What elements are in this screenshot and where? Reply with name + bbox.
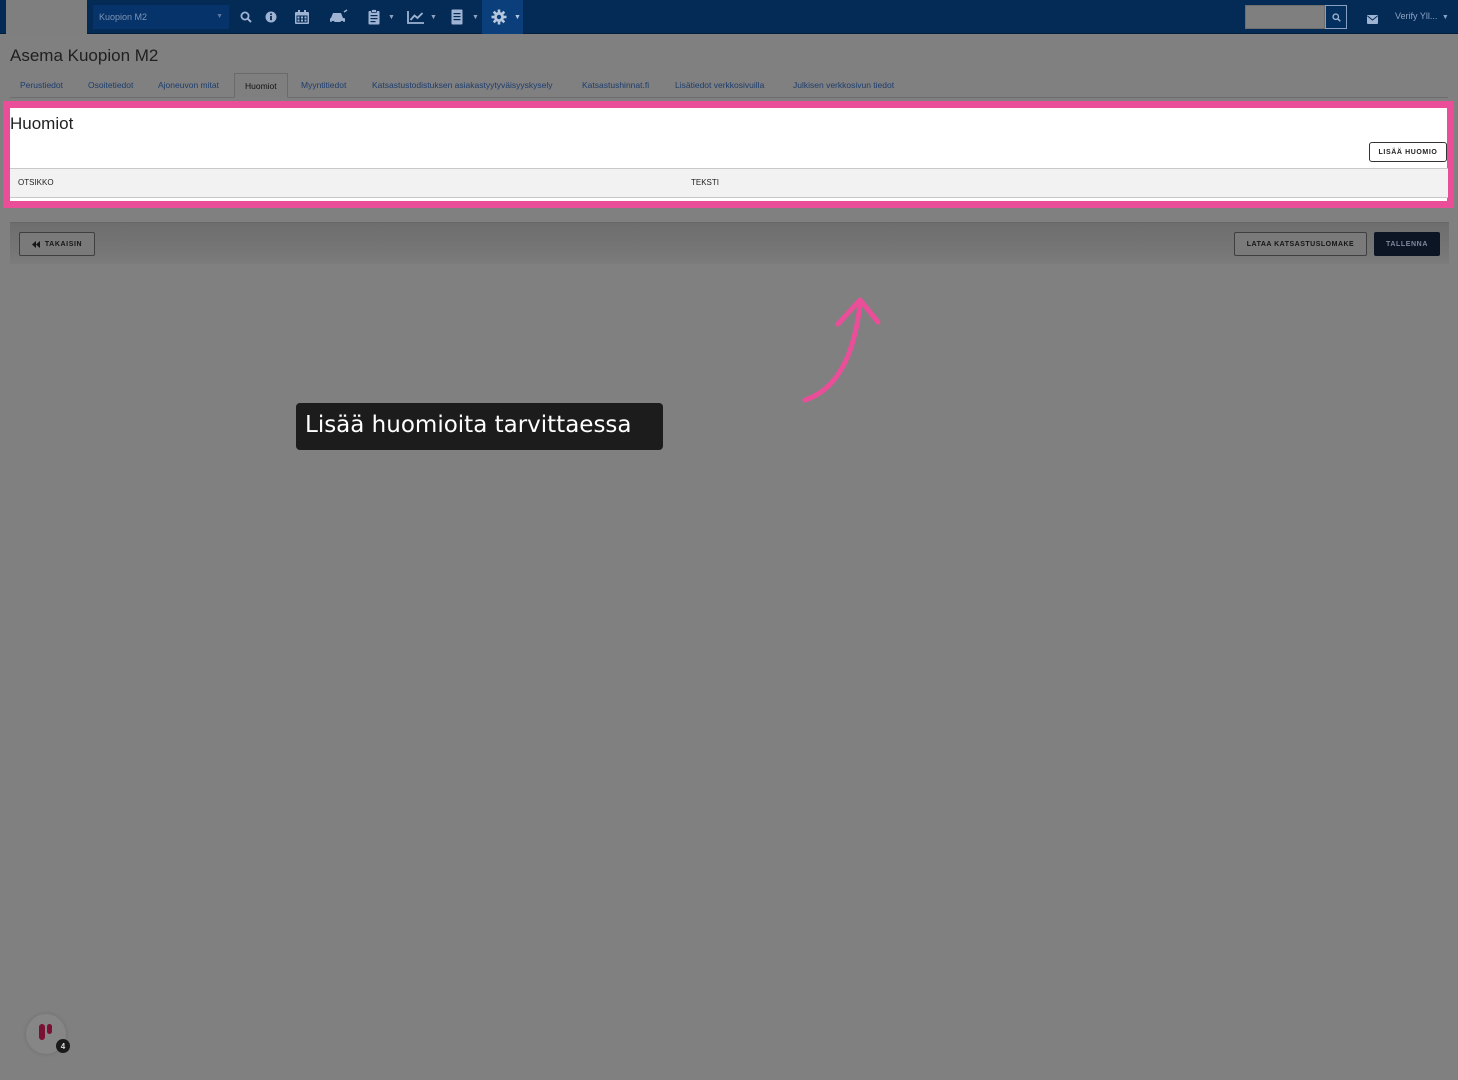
column-header-teksti[interactable]: TEKSTI <box>691 169 719 197</box>
tab-asiakastyytyvaisyyskysely[interactable]: Katsastustodistuksen asiakastyytyväisyys… <box>362 73 562 98</box>
tab-myyntitiedot[interactable]: Myyntitiedot <box>291 73 356 98</box>
back-button-label: TAKAISIN <box>44 240 83 248</box>
column-header-otsikko[interactable]: OTSIKKO <box>18 169 54 197</box>
top-navbar: Kuopion M2 ▼ ▼ ▼ ▼ ▼ Verify Yll... ▼ <box>0 0 1458 34</box>
tab-bar: Perustiedot Osoitetiedot Ajoneuvon mitat… <box>10 73 1448 98</box>
chevron-down-icon: ▼ <box>1441 14 1449 21</box>
tab-huomiot[interactable]: Huomiot <box>234 73 288 98</box>
action-bar: TAKAISIN LATAA KATSASTUSLOMAKE TALLENNA <box>10 222 1449 264</box>
global-search-input[interactable] <box>1245 5 1325 29</box>
add-note-button[interactable]: LISÄÄ HUOMIO <box>1369 142 1447 162</box>
panel-title: Huomiot <box>10 114 74 133</box>
notes-panel: Huomiot LISÄÄ HUOMIO OTSIKKO TEKSTI <box>3 101 1454 208</box>
tab-julkisen-verkkosivun-tiedot[interactable]: Julkisen verkkosivun tiedot <box>783 73 904 98</box>
arrow-icon <box>802 297 881 403</box>
global-search-button[interactable] <box>1325 5 1347 29</box>
chevron-down-icon: ▼ <box>216 13 223 20</box>
info-icon[interactable] <box>263 0 279 34</box>
user-name: Verify Yll... <box>1395 11 1438 21</box>
car-icon[interactable] <box>326 0 350 34</box>
notification-badge: 4 <box>56 1039 70 1053</box>
chevron-down-icon: ▼ <box>388 14 395 21</box>
chevron-down-icon: ▼ <box>472 14 479 21</box>
tab-katsastushinnat[interactable]: Katsastushinnat.fi <box>572 73 659 98</box>
tab-perustiedot[interactable]: Perustiedot <box>10 73 73 98</box>
clipboard-icon[interactable] <box>366 0 382 34</box>
double-chevron-left-icon <box>31 240 40 248</box>
page-title: Asema Kuopion M2 <box>10 46 159 65</box>
station-select-value: Kuopion M2 <box>99 12 148 22</box>
notes-table-header: OTSIKKO TEKSTI <box>10 168 1448 198</box>
gear-icon[interactable] <box>490 0 508 34</box>
logo[interactable] <box>6 0 87 34</box>
search-icon <box>1331 12 1341 22</box>
mail-icon[interactable] <box>1367 11 1378 29</box>
search-icon[interactable] <box>238 0 254 34</box>
tab-osoitetiedot[interactable]: Osoitetiedot <box>78 73 143 98</box>
download-form-button[interactable]: LATAA KATSASTUSLOMAKE <box>1234 232 1367 256</box>
calendar-icon[interactable] <box>292 0 312 34</box>
chevron-down-icon: ▼ <box>430 14 437 21</box>
document-icon[interactable] <box>449 0 465 34</box>
tab-ajoneuvon-mitat[interactable]: Ajoneuvon mitat <box>148 73 229 98</box>
tab-lisatiedot-verkkosivuilla[interactable]: Lisätiedot verkkosivuilla <box>665 73 774 98</box>
tooltip: Lisää huomioita tarvittaessa <box>296 403 663 450</box>
chevron-down-icon: ▼ <box>514 14 521 21</box>
save-button[interactable]: TALLENNA <box>1374 232 1440 256</box>
back-button[interactable]: TAKAISIN <box>19 232 95 256</box>
user-menu[interactable]: Verify Yll... ▼ <box>1395 11 1449 21</box>
chart-icon[interactable] <box>405 0 427 34</box>
station-select[interactable]: Kuopion M2 ▼ <box>93 5 229 29</box>
